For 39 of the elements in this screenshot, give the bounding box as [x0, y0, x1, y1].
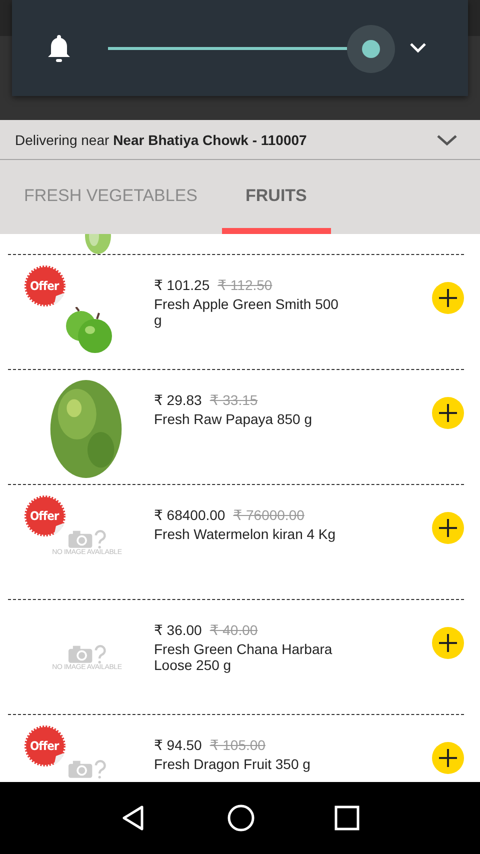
plus-icon [438, 288, 458, 308]
category-tab[interactable]: FRUITS [222, 160, 331, 234]
offer-badge: Offer [24, 265, 68, 309]
plus-icon [438, 633, 458, 653]
product-name: Fresh Green Chana Harbara Loose 250 g [154, 641, 334, 673]
add-button[interactable] [432, 742, 464, 774]
product-name: Fresh Apple Green Smith 500 g [154, 296, 340, 328]
price: ₹ 94.50 [154, 737, 202, 754]
add-button[interactable] [432, 282, 464, 314]
product-name: Fresh Raw Papaya 850 g [154, 411, 313, 427]
add-button[interactable] [432, 512, 464, 544]
volume-slider-thumb[interactable] [347, 24, 395, 72]
category-tab[interactable]: FRESH VEGETABLES [0, 160, 222, 234]
chevron-down-icon[interactable] [436, 134, 458, 146]
price: ₹ 101.25 [154, 277, 210, 294]
price: ₹ 36.00 [154, 622, 202, 639]
product-name: Fresh Watermelon kiran 4 Kg [154, 526, 337, 542]
offer-badge: Offer [24, 495, 68, 539]
original-price: ₹ 112.50 [218, 277, 272, 294]
original-price: ₹ 76000.00 [233, 507, 304, 524]
volume-slider-fill[interactable] [108, 46, 347, 50]
camera-icon [67, 644, 107, 664]
plus-icon [438, 403, 458, 423]
delivery-location-text: Delivering near Near Bhatiya Chowk - 110007 [15, 132, 307, 148]
home-icon[interactable] [226, 804, 255, 832]
price: ₹ 29.83 [154, 392, 202, 409]
camera-icon [67, 759, 107, 779]
product-name: Fresh Dragon Fruit 350 g [154, 756, 312, 772]
plus-icon [438, 748, 458, 768]
original-price: ₹ 33.15 [210, 392, 258, 409]
add-button[interactable] [432, 627, 464, 659]
camera-icon [67, 529, 107, 549]
recents-icon[interactable] [334, 805, 360, 831]
price: ₹ 68400.00 [154, 507, 226, 524]
original-price: ₹ 40.00 [210, 622, 258, 639]
original-price: ₹ 105.00 [210, 737, 266, 754]
offer-badge: Offer [24, 725, 68, 769]
add-button[interactable] [432, 397, 464, 429]
plus-icon [438, 518, 458, 538]
